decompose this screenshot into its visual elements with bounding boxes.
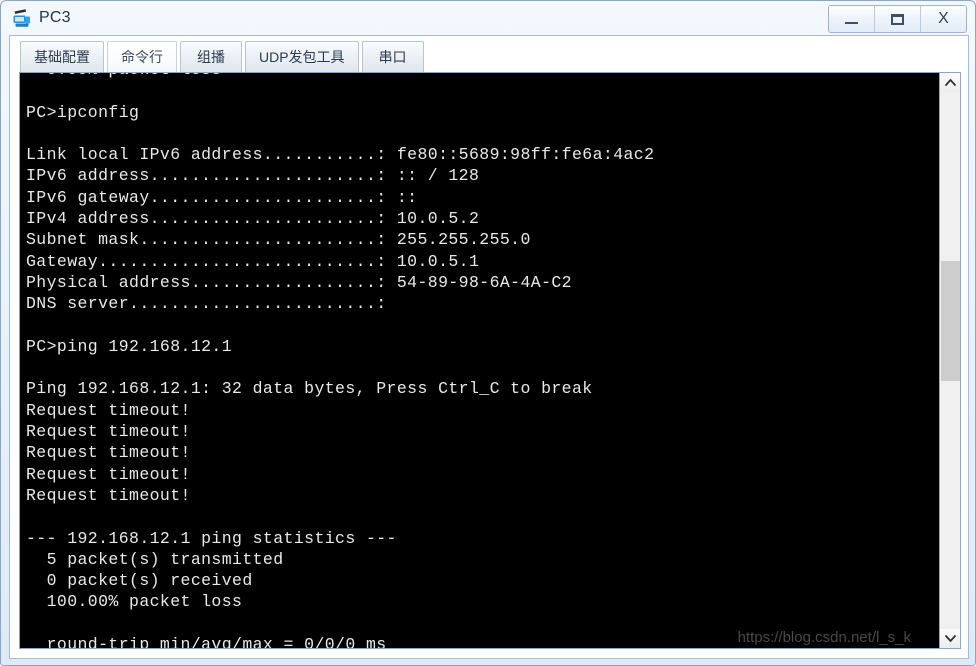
terminal-line: DNS server........................:	[26, 294, 387, 314]
window-title: PC3	[39, 9, 71, 26]
terminal-line: PC>ping 192.168.12.1	[26, 336, 233, 356]
terminal-line: IPv6 address......................: :: /…	[26, 166, 480, 186]
terminal-line: IPv4 address......................: 10.0…	[26, 209, 480, 229]
minimize-button[interactable]	[829, 6, 875, 32]
tab-label: 基础配置	[34, 49, 90, 65]
terminal-output[interactable]: 0.00% packet loss PC>ipconfig Link local I…	[20, 73, 939, 648]
scroll-up-button[interactable]	[940, 73, 960, 92]
pc-host-icon	[11, 7, 33, 29]
terminal-panel: 0.00% packet loss PC>ipconfig Link local I…	[19, 72, 961, 649]
terminal-line: Request timeout!	[26, 485, 191, 505]
maximize-icon	[891, 13, 904, 25]
terminal-line: Request timeout!	[26, 422, 191, 442]
tab-command-line[interactable]: 命令行	[107, 41, 177, 72]
terminal-line: PC>ipconfig	[26, 102, 140, 122]
maximize-button[interactable]	[875, 6, 921, 32]
terminal-line: Ping 192.168.12.1: 32 data bytes, Press …	[26, 379, 593, 399]
tab-multicast[interactable]: 组播	[180, 41, 242, 72]
terminal-line: 0.00% packet loss	[26, 73, 654, 80]
terminal-line: Request timeout!	[26, 400, 191, 420]
tab-label: UDP发包工具	[259, 49, 345, 65]
terminal-line: Request timeout!	[26, 464, 191, 484]
terminal-line: 0 packet(s) received	[26, 571, 253, 591]
terminal-line: Request timeout!	[26, 443, 191, 463]
pc3-window: PC3 X 基础配置 命令行 组播 UDP发包工具 串口 PC>ipconfig…	[0, 0, 976, 666]
tab-serial-port[interactable]: 串口	[361, 41, 424, 72]
watermark-text: https://blog.csdn.net/l_s_k	[737, 629, 911, 646]
tab-label: 命令行	[121, 49, 163, 65]
terminal-line: Subnet mask.......................: 255.…	[26, 230, 531, 250]
minimize-icon	[845, 22, 858, 24]
terminal-scrollbar[interactable]	[939, 73, 960, 648]
scroll-down-button[interactable]	[940, 629, 960, 648]
terminal-line: --- 192.168.12.1 ping statistics ---	[26, 528, 397, 548]
tab-strip: 基础配置 命令行 组播 UDP发包工具 串口	[10, 36, 968, 72]
terminal-line: round-trip min/avg/max = 0/0/0 ms	[26, 635, 387, 648]
terminal-line: IPv6 gateway......................: ::	[26, 187, 418, 207]
window-client-area: 基础配置 命令行 组播 UDP发包工具 串口 0.00% packet loss…	[9, 35, 969, 659]
close-icon: X	[938, 10, 949, 27]
terminal-line: 100.00% packet loss	[26, 592, 243, 612]
window-titlebar[interactable]: PC3 X	[1, 1, 975, 35]
terminal-line: 5 packet(s) transmitted	[26, 549, 284, 569]
terminal-line: Gateway...........................: 10.0…	[26, 251, 480, 271]
terminal-line: Physical address..................: 54-8…	[26, 272, 572, 292]
tab-label: 组播	[197, 49, 225, 65]
close-button[interactable]: X	[921, 6, 966, 32]
terminal-text: 0.00% packet loss PC>ipconfig Link local I…	[26, 73, 654, 648]
tab-label: 串口	[378, 49, 407, 65]
scrollbar-thumb[interactable]	[941, 261, 960, 381]
tab-udp-packet-tool[interactable]: UDP发包工具	[245, 41, 359, 72]
tab-basic-config[interactable]: 基础配置	[20, 41, 104, 72]
terminal-line: Link local IPv6 address...........: fe80…	[26, 145, 655, 165]
window-controls: X	[828, 5, 967, 33]
